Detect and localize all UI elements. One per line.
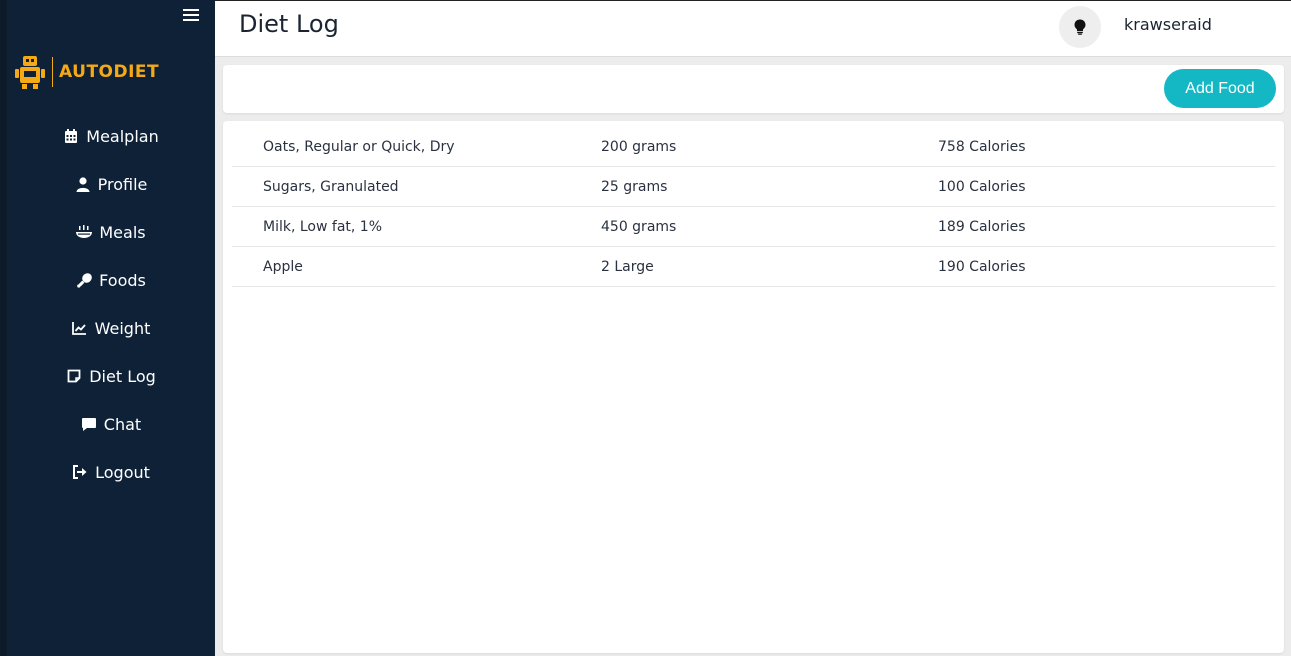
theme-toggle-button[interactable] [1059, 6, 1101, 48]
sidebar-item-foods[interactable]: Foods [7, 262, 215, 298]
food-name-cell: Apple [263, 259, 303, 275]
sidebar-item-label: Chat [103, 414, 142, 434]
sidebar-item-label: Profile [97, 174, 148, 194]
table-row: Oats, Regular or Quick, Dry 200 grams 75… [232, 127, 1275, 167]
food-name-cell: Sugars, Granulated [263, 179, 399, 195]
robot-logo-icon [15, 56, 45, 89]
food-name-cell: Milk, Low fat, 1% [263, 219, 382, 235]
meal-icon [76, 224, 93, 240]
table-row: Milk, Low fat, 1% 450 grams 189 Calories [232, 207, 1275, 247]
brand[interactable]: AUTODIET [13, 54, 159, 90]
amount-cell: 450 grams [601, 219, 677, 235]
amount-cell: 2 Large [601, 259, 654, 275]
username[interactable]: krawseraid [1124, 15, 1212, 34]
sidebar-item-weight[interactable]: Weight [7, 310, 215, 346]
sidebar-item-label: Meals [99, 222, 146, 242]
line-chart-icon [72, 320, 88, 336]
brand-divider [52, 57, 53, 87]
window-edge [0, 0, 7, 656]
sidebar: AUTODIET Mealplan Profile Meals Foods We… [7, 0, 215, 656]
calories-cell: 190 Calories [938, 259, 1026, 275]
lightbulb-icon [1074, 19, 1086, 35]
table-row: Apple 2 Large 190 Calories [232, 247, 1275, 287]
hamburger-menu-icon[interactable] [183, 9, 199, 23]
calendar-icon [63, 128, 79, 144]
amount-cell: 25 grams [601, 179, 668, 195]
table-row: Sugars, Granulated 25 grams 100 Calories [232, 167, 1275, 207]
sidebar-item-diet-log[interactable]: Diet Log [7, 358, 215, 394]
chat-bubble-icon [81, 416, 97, 432]
page-title: Diet Log [239, 10, 339, 38]
sidebar-item-label: Logout [95, 462, 150, 482]
calories-cell: 189 Calories [938, 219, 1026, 235]
action-bar: Add Food [223, 65, 1284, 113]
top-bar: Diet Log krawseraid [215, 0, 1291, 57]
sidebar-item-label: Weight [94, 318, 151, 338]
user-icon [75, 176, 91, 192]
sidebar-item-mealplan[interactable]: Mealplan [7, 118, 215, 154]
sidebar-item-label: Diet Log [89, 366, 156, 386]
drumstick-icon [76, 272, 92, 288]
food-name-cell: Oats, Regular or Quick, Dry [263, 139, 455, 155]
sidebar-item-chat[interactable]: Chat [7, 406, 215, 442]
sidebar-item-meals[interactable]: Meals [7, 214, 215, 250]
sidebar-item-logout[interactable]: Logout [7, 454, 215, 490]
calories-cell: 758 Calories [938, 139, 1026, 155]
amount-cell: 200 grams [601, 139, 677, 155]
add-food-button[interactable]: Add Food [1164, 69, 1276, 108]
sidebar-item-label: Foods [99, 270, 146, 290]
brand-name: AUTODIET [59, 62, 160, 82]
sidebar-item-profile[interactable]: Profile [7, 166, 215, 202]
sidebar-item-label: Mealplan [86, 126, 159, 146]
note-icon [66, 368, 82, 384]
calories-cell: 100 Calories [938, 179, 1026, 195]
diet-log-table: Oats, Regular or Quick, Dry 200 grams 75… [223, 121, 1284, 653]
logout-icon [72, 464, 88, 480]
